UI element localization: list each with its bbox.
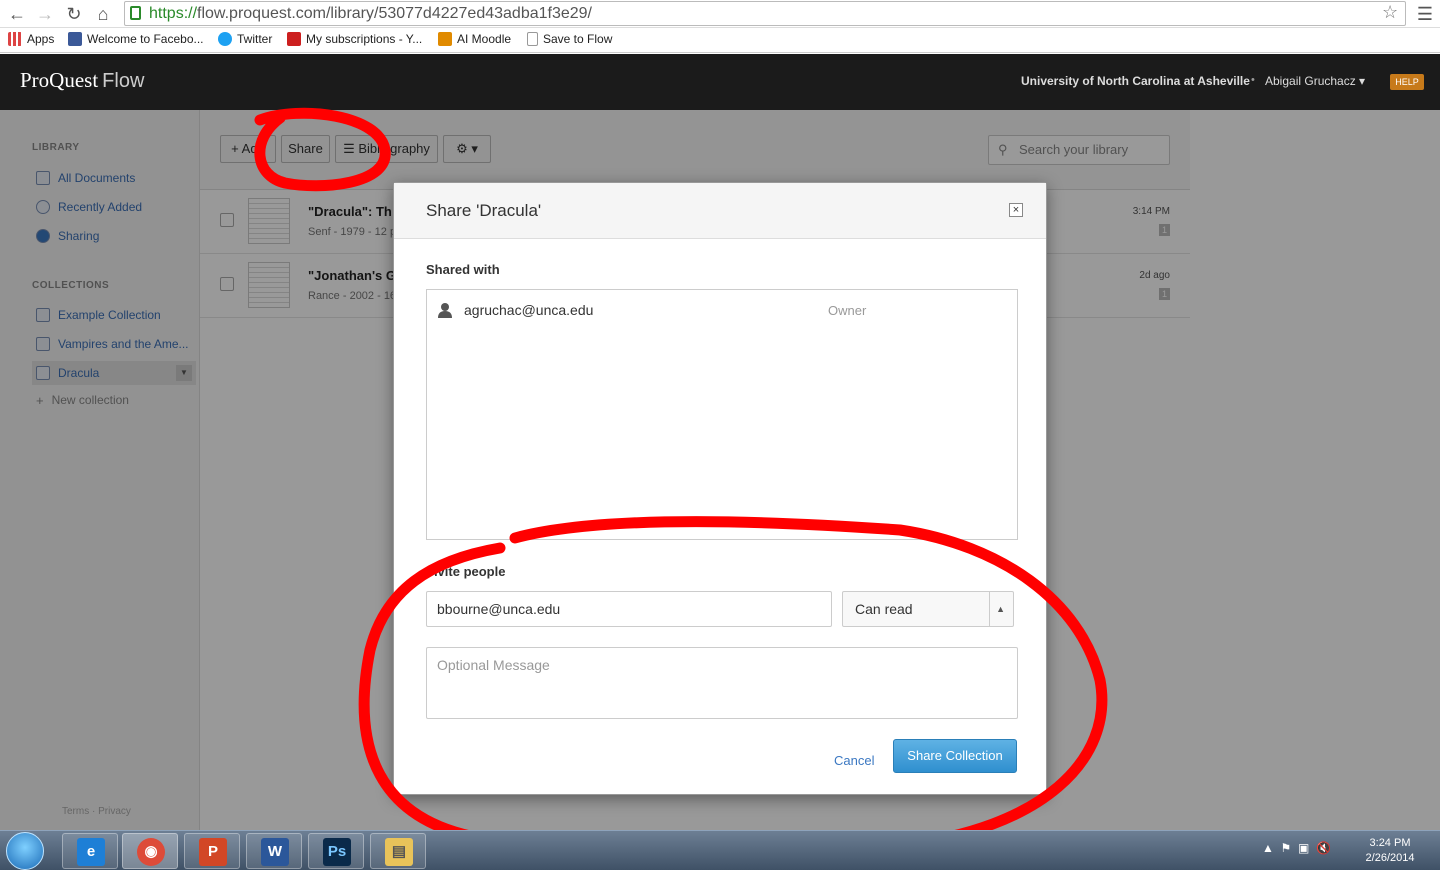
taskbar-app-explorer[interactable]: ▤ bbox=[370, 833, 426, 869]
photoshop-icon: Ps bbox=[323, 838, 351, 866]
annotation-circle-invite bbox=[358, 516, 1108, 858]
taskbar-app-chrome[interactable]: ◉ bbox=[122, 833, 178, 869]
annotation-circle-share bbox=[254, 107, 391, 192]
powerpoint-icon: P bbox=[199, 838, 227, 866]
word-icon: W bbox=[261, 838, 289, 866]
red-annotation-overlay bbox=[254, 107, 1108, 858]
chrome-icon: ◉ bbox=[137, 838, 165, 866]
system-tray[interactable]: ▲ ⚑ ▣ 🔇 bbox=[1262, 841, 1331, 855]
start-button[interactable] bbox=[6, 832, 44, 870]
system-clock[interactable]: 3:24 PM 2/26/2014 bbox=[1352, 836, 1428, 866]
file-explorer-icon: ▤ bbox=[385, 838, 413, 866]
windows-taskbar: e ◉ P W Ps ▤ ▲ ⚑ ▣ 🔇 3:24 PM 2/26/2014 bbox=[0, 830, 1440, 870]
taskbar-app-word[interactable]: W bbox=[246, 833, 302, 869]
internet-explorer-icon: e bbox=[77, 838, 105, 866]
taskbar-app-powerpoint[interactable]: P bbox=[184, 833, 240, 869]
taskbar-app-photoshop[interactable]: Ps bbox=[308, 833, 364, 869]
taskbar-app-internet-explorer[interactable]: e bbox=[62, 833, 118, 869]
